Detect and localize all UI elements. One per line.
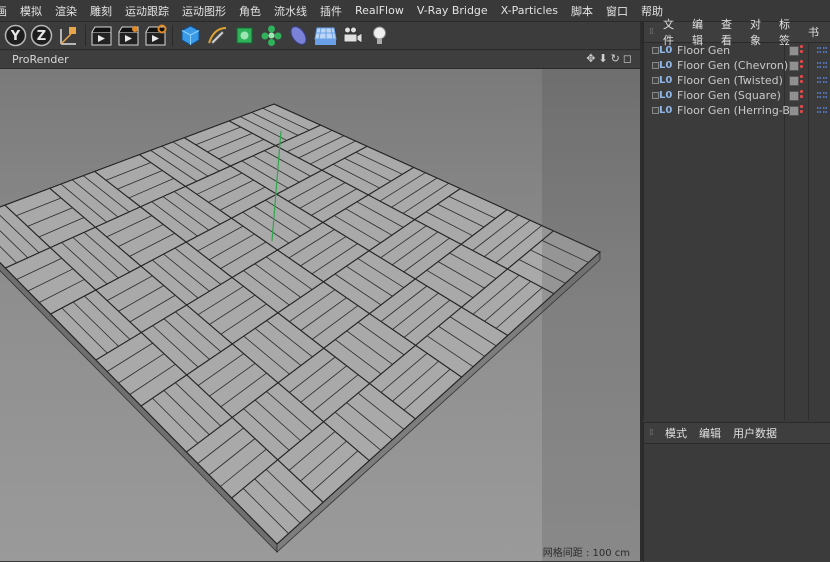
zoom-view-icon[interactable]: ⬇	[598, 52, 607, 65]
menu-item-character[interactable]: 角色	[239, 3, 261, 19]
coordinate-system-icon[interactable]	[57, 24, 80, 47]
viewport[interactable]: 网格间距 : 100 cm	[0, 69, 640, 561]
grid-spacing-readout: 网格间距 : 100 cm	[542, 548, 630, 559]
menu-item-script[interactable]: 脚本	[571, 3, 593, 19]
object-manager: ⁞⁞ 文件 编辑 查看 对象 标签 书 L0 Floor Gen L0 Floo…	[643, 18, 830, 420]
layer-toggle[interactable]	[789, 106, 799, 116]
attributes-manager: ⁞⁞ 模式 编辑 用户数据	[643, 422, 830, 562]
light-icon[interactable]	[368, 24, 391, 47]
menu-item-realflow[interactable]: RealFlow	[355, 4, 404, 17]
tag-icon[interactable]	[816, 61, 830, 70]
om-menu-bookmarks[interactable]: 书	[808, 24, 819, 40]
list-item[interactable]: L0 Floor Gen (Chevron)	[644, 58, 830, 73]
menu-item-pipeline[interactable]: 流水线	[274, 3, 307, 19]
attr-menu-user-data[interactable]: 用户数据	[733, 425, 777, 441]
expand-icon[interactable]	[649, 58, 659, 73]
layer-toggle[interactable]	[789, 76, 799, 86]
move-view-icon[interactable]: ✥	[586, 52, 595, 65]
layer-toggle[interactable]	[789, 61, 799, 71]
viewport-header: ProRender ✥ ⬇ ↻ ◻	[0, 51, 640, 69]
visibility-dots[interactable]	[800, 60, 803, 70]
y-axis-lock-icon[interactable]: Y	[4, 24, 27, 47]
object-name[interactable]: Floor Gen (Twisted)	[677, 74, 795, 87]
menu-item-help[interactable]: 帮助	[641, 3, 663, 19]
cube-primitive-icon[interactable]	[179, 24, 202, 47]
maximize-view-icon[interactable]: ◻	[623, 52, 632, 65]
svg-text:Z: Z	[37, 29, 46, 44]
render-picture-viewer-icon[interactable]	[117, 24, 140, 47]
menu-item-simulate[interactable]: 模拟	[20, 3, 42, 19]
camera-icon[interactable]	[341, 24, 364, 47]
viewport-renderer-label[interactable]: ProRender	[12, 53, 69, 66]
menu-item-x-particles[interactable]: X-Particles	[501, 4, 558, 17]
tag-icon[interactable]	[816, 91, 830, 100]
toolbar: Y Z	[0, 22, 640, 50]
visibility-dots[interactable]	[800, 105, 803, 115]
render-settings-icon[interactable]	[144, 24, 167, 47]
list-item[interactable]: L0 Floor Gen (Square)	[644, 88, 830, 103]
list-item[interactable]: L0 Floor Gen (Twisted)	[644, 73, 830, 88]
expand-icon[interactable]	[649, 73, 659, 88]
subdivision-surface-icon[interactable]	[233, 24, 256, 47]
tag-icon[interactable]	[816, 76, 830, 85]
object-name[interactable]: Floor Gen	[677, 44, 795, 57]
list-item[interactable]: L0 Floor Gen	[644, 43, 830, 58]
null-object-icon: L0	[659, 75, 673, 86]
safe-frame-overlay	[542, 69, 640, 561]
object-manager-menu: ⁞⁞ 文件 编辑 查看 对象 标签 书	[644, 18, 830, 47]
list-item[interactable]: L0 Floor Gen (Herring-B)	[644, 103, 830, 118]
visibility-dots[interactable]	[800, 75, 803, 85]
expand-icon[interactable]	[649, 43, 659, 58]
menu-item-window[interactable]: 窗口	[606, 3, 628, 19]
object-name[interactable]: Floor Gen (Square)	[677, 89, 795, 102]
null-object-icon: L0	[659, 105, 673, 116]
deformer-icon[interactable]	[287, 24, 310, 47]
menu-item-render[interactable]: 渲染	[55, 3, 77, 19]
object-list: L0 Floor Gen L0 Floor Gen (Chevron) L0 F…	[644, 43, 830, 118]
tag-icon[interactable]	[816, 106, 830, 115]
attributes-manager-menu: ⁞⁞ 模式 编辑 用户数据	[644, 423, 830, 444]
tag-icon[interactable]	[816, 46, 830, 55]
null-object-icon: L0	[659, 60, 673, 71]
menu-item-motion-tracking[interactable]: 运动跟踪	[125, 3, 169, 19]
object-name[interactable]: Floor Gen (Herring-B)	[677, 104, 795, 117]
null-object-icon: L0	[659, 45, 673, 56]
cloner-icon[interactable]	[260, 24, 283, 47]
z-axis-lock-icon[interactable]: Z	[30, 24, 53, 47]
visibility-dots[interactable]	[800, 90, 803, 100]
menu-item-mograph[interactable]: 运动图形	[182, 3, 226, 19]
menu-item-plugins[interactable]: 插件	[320, 3, 342, 19]
menu-item-vray-bridge[interactable]: V-Ray Bridge	[417, 4, 488, 17]
floor-icon[interactable]	[314, 24, 337, 47]
panel-grip-icon[interactable]: ⁞⁞	[649, 27, 656, 37]
svg-text:Y: Y	[10, 29, 21, 44]
expand-icon[interactable]	[649, 103, 659, 118]
pen-spline-icon[interactable]	[206, 24, 229, 47]
object-name[interactable]: Floor Gen (Chevron)	[677, 59, 795, 72]
menu-item-draw[interactable]: 画	[0, 3, 7, 19]
panel-grip-icon[interactable]: ⁞⁞	[649, 428, 658, 438]
null-object-icon: L0	[659, 90, 673, 101]
visibility-dots[interactable]	[800, 45, 803, 55]
menu-item-sculpt[interactable]: 雕刻	[90, 3, 112, 19]
layer-toggle[interactable]	[789, 46, 799, 56]
viewport-nav: ✥ ⬇ ↻ ◻	[586, 52, 632, 65]
attr-menu-edit[interactable]: 编辑	[699, 425, 721, 441]
attr-menu-mode[interactable]: 模式	[665, 425, 687, 441]
layer-toggle[interactable]	[789, 91, 799, 101]
rotate-view-icon[interactable]: ↻	[611, 52, 620, 65]
expand-icon[interactable]	[649, 88, 659, 103]
render-view-icon[interactable]	[90, 24, 113, 47]
